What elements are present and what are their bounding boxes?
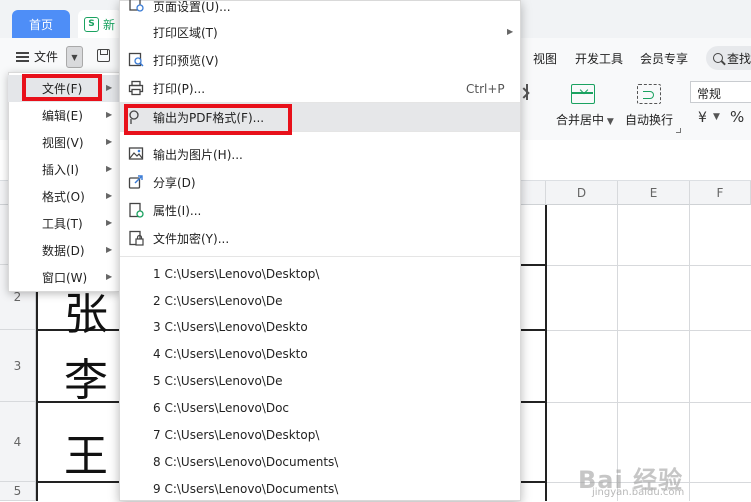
wrap-text-icon[interactable] [637,84,661,104]
watermark-url: jingyan.baidu.com [592,487,685,498]
menu-item-insert[interactable]: 插入(I) [8,156,120,183]
gridline [617,205,618,501]
merge-center-button[interactable]: 合并居中 ▼ [556,111,614,128]
chevron-right-icon: ▶ [106,272,113,281]
chevron-right-icon: ▶ [507,27,514,36]
menu-export-image[interactable]: 输出为图片(H)... [120,140,520,168]
menu-print-area[interactable]: 打印区域(T) [120,18,520,46]
row-header-5[interactable]: 5 [0,482,36,501]
save-icon[interactable] [97,49,110,62]
gridline [546,402,751,403]
menu-item-data[interactable]: 数据(D) [8,237,120,264]
chevron-right-icon: ▶ [106,218,113,227]
chevron-right-icon: ▶ [106,137,113,146]
column-header-f[interactable]: F [690,181,751,205]
dialog-launcher-icon[interactable] [676,128,681,133]
menu-encrypt[interactable]: 文件加密(Y)... [120,224,520,252]
recent-file-7[interactable]: 7 C:\Users\Lenovo\Desktop\ [153,422,319,448]
merge-center-icon[interactable] [571,84,595,104]
chevron-down-icon: ▼ [604,117,614,127]
cell-name-3[interactable]: 王 [64,420,108,484]
tab-view[interactable]: 视图 [533,50,557,67]
merge-center-label: 合并居中 [556,113,605,127]
wrap-text-button[interactable]: 自动换行 [625,111,673,128]
tab-document-label: 新 [103,17,116,32]
highlight-box [124,104,292,135]
spreadsheet-icon: S [84,16,99,32]
menu-item-window[interactable]: 窗口(W) [8,264,120,291]
tab-document[interactable]: S 新 [78,10,122,38]
tab-developer[interactable]: 开发工具 [575,50,623,67]
page-setup-icon [129,0,144,12]
tab-member[interactable]: 会员专享 [640,50,688,67]
chevron-right-icon: ▶ [106,110,113,119]
share-icon [128,175,143,189]
row-header-3[interactable]: 3 [0,330,36,402]
image-export-icon [128,147,144,160]
chevron-down-icon: ▼ [71,52,78,62]
print-shortcut: Ctrl+P [466,82,505,96]
chevron-down-icon[interactable]: ▼ [713,112,720,122]
recent-file-4[interactable]: 4 C:\Users\Lenovo\Deskto [153,341,308,367]
search-icon [713,53,723,63]
menu-properties[interactable]: 属性(I)... [120,196,520,224]
encrypt-icon [129,230,144,246]
tab-home[interactable]: 首页 [12,10,70,38]
gridline [546,265,751,266]
menu-print-area-label: 打印区域(T) [153,25,218,40]
gridline [689,205,690,501]
search-box[interactable]: 查找 [706,46,751,70]
print-preview-icon [128,52,144,67]
menu-separator [120,256,520,257]
menu-item-format[interactable]: 格式(O) [8,183,120,210]
currency-button[interactable]: ¥ [698,110,707,126]
search-label: 查找 [727,51,751,66]
menu-share[interactable]: 分享(D) [120,168,520,196]
chevron-right-icon: ▶ [106,164,113,173]
percent-button[interactable]: % [730,108,744,126]
column-header-d[interactable]: D [546,181,618,205]
recent-file-9[interactable]: 9 C:\Users\Lenovo\Documents\ [153,476,338,502]
file-menu-label: 文件 [34,50,59,64]
menu-item-view[interactable]: 视图(V) [8,129,120,156]
printer-icon [128,80,144,96]
chevron-right-icon: ▶ [106,83,113,92]
number-format-select[interactable]: 常规 [690,81,751,103]
recent-file-8[interactable]: 8 C:\Users\Lenovo\Documents\ [153,449,338,475]
indent-icon[interactable] [520,84,534,100]
row-header-4[interactable]: 4 [0,402,36,482]
recent-file-5[interactable]: 5 C:\Users\Lenovo\De [153,368,282,394]
recent-file-3[interactable]: 3 C:\Users\Lenovo\Deskto [153,314,308,340]
menu-page-setup[interactable]: 页面设置(U)... [120,0,520,20]
chevron-right-icon: ▶ [106,191,113,200]
gridline [546,330,751,331]
highlight-box [22,74,102,101]
column-header-e[interactable]: E [618,181,690,205]
chevron-right-icon: ▶ [106,245,113,254]
menu-item-tools[interactable]: 工具(T) [8,210,120,237]
cell-name-2[interactable]: 李 [64,344,108,408]
menu-dropdown-toggle[interactable]: ▼ [66,46,83,68]
properties-icon [129,202,144,218]
menu-print-label: 打印(P)... [153,81,206,96]
recent-file-6[interactable]: 6 C:\Users\Lenovo\Doc [153,395,289,421]
menu-print-preview[interactable]: 打印预览(V) [120,46,520,74]
hamburger-icon [16,51,29,62]
menu-item-edit[interactable]: 编辑(E) [8,102,120,129]
menu-print[interactable]: 打印(P)... [120,74,520,102]
recent-file-2[interactable]: 2 C:\Users\Lenovo\De [153,288,282,314]
recent-file-1[interactable]: 1 C:\Users\Lenovo\Desktop\ [153,261,319,287]
table-border [545,205,547,501]
file-menu-button[interactable]: 文件 [16,48,58,65]
